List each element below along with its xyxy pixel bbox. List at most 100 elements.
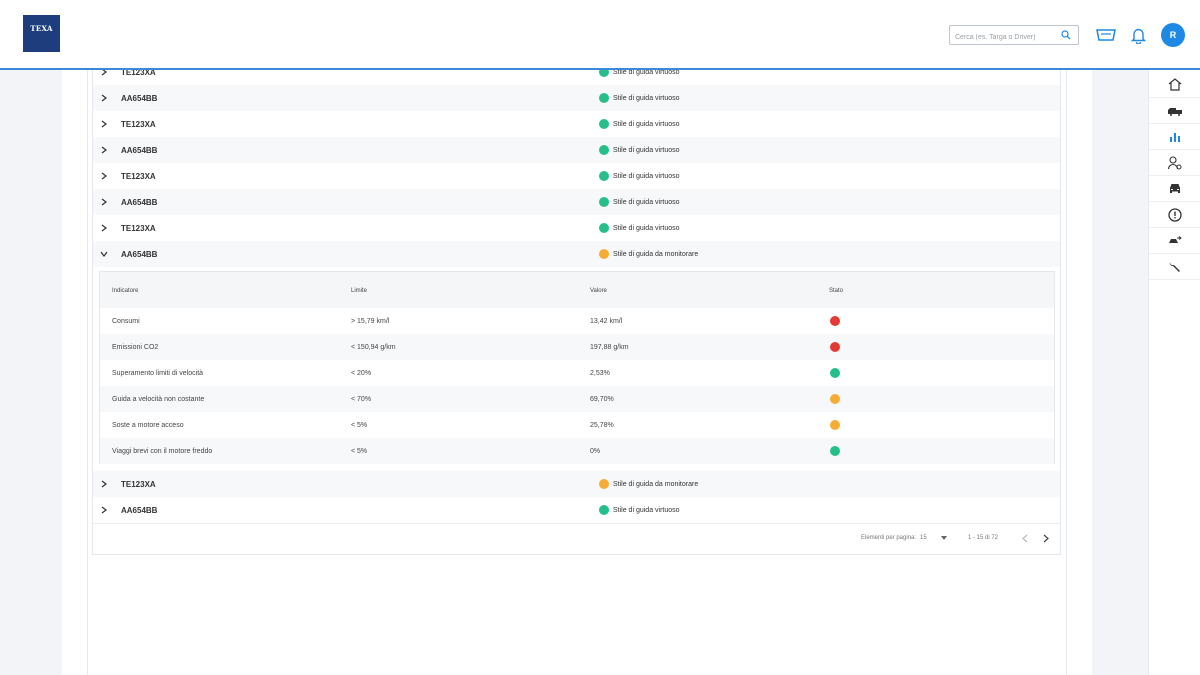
vehicle-row[interactable]: TE123XA Stile di guida da monitorare bbox=[93, 471, 1060, 497]
items-per-page-label: Elementi per pagina: bbox=[861, 535, 917, 541]
state-dot bbox=[830, 342, 840, 352]
driving-style-status: Stile di guida virtuoso bbox=[613, 198, 680, 206]
indicator-name: Viaggi brevi con il motore freddo bbox=[112, 448, 213, 455]
indicator-value: 69,70% bbox=[590, 396, 614, 403]
chevron-right-icon[interactable] bbox=[101, 146, 107, 154]
next-page-icon[interactable] bbox=[1043, 534, 1049, 543]
divider bbox=[93, 523, 1060, 524]
nav-home[interactable] bbox=[1149, 72, 1200, 98]
indicator-detail-table: Indicatore Limite Valore Stato Consumi >… bbox=[99, 271, 1055, 464]
state-dot bbox=[830, 420, 840, 430]
status-dot bbox=[599, 197, 609, 207]
car-icon bbox=[1169, 184, 1180, 193]
nav-drivers[interactable] bbox=[1149, 150, 1200, 176]
previous-page-icon[interactable] bbox=[1022, 534, 1028, 543]
column-header-indicator: Indicatore bbox=[112, 288, 139, 294]
vehicle-row[interactable]: AA654BB Stile di guida virtuoso bbox=[93, 497, 1060, 523]
driving-style-status: Stile di guida virtuoso bbox=[613, 120, 680, 128]
nav-fleet[interactable] bbox=[1149, 98, 1200, 124]
vehicle-row[interactable]: TE123XA Stile di guida virtuoso bbox=[93, 111, 1060, 137]
indicator-name: Consumi bbox=[112, 318, 140, 325]
status-dot bbox=[599, 249, 609, 259]
chevron-right-icon[interactable] bbox=[101, 506, 107, 514]
indicator-name: Superamento limiti di velocità bbox=[112, 370, 204, 377]
state-dot bbox=[830, 394, 840, 404]
chevron-right-icon[interactable] bbox=[101, 480, 107, 488]
nav-vehicles[interactable] bbox=[1149, 176, 1200, 202]
chevron-right-icon[interactable] bbox=[101, 94, 107, 102]
nav-alerts[interactable] bbox=[1149, 202, 1200, 228]
nav-vehicle-moves[interactable] bbox=[1149, 228, 1200, 254]
vehicle-row[interactable]: AA654BB Stile di guida virtuoso bbox=[93, 85, 1060, 111]
items-per-page-select[interactable]: 15 bbox=[920, 535, 927, 541]
indicator-name: Soste a motore acceso bbox=[112, 422, 184, 429]
vehicle-list-card: TE123XA Stile di guida virtuoso AA654BB … bbox=[92, 58, 1061, 555]
vehicle-row[interactable]: AA654BB Stile di guida virtuoso bbox=[93, 137, 1060, 163]
chevron-down-icon[interactable] bbox=[100, 251, 108, 257]
content-divider-right bbox=[1066, 70, 1067, 675]
vehicle-plate: AA654BB bbox=[121, 145, 158, 155]
vehicle-plate: TE123XA bbox=[121, 479, 156, 489]
search-icon[interactable] bbox=[1061, 30, 1071, 40]
content-divider-left bbox=[87, 70, 88, 675]
indicator-limit: > 15,79 km/l bbox=[351, 318, 390, 325]
chart-icon bbox=[1169, 132, 1180, 142]
vehicle-plate: AA654BB bbox=[121, 93, 158, 103]
chevron-right-icon[interactable] bbox=[101, 120, 107, 128]
table-row: Soste a motore acceso < 5% 25,78% bbox=[100, 412, 1054, 438]
pagination: Elementi per pagina: 15 1 - 15 di 72 bbox=[93, 529, 1060, 549]
status-dot bbox=[599, 119, 609, 129]
driving-style-status: Stile di guida da monitorare bbox=[613, 480, 699, 488]
vehicle-row-expanded[interactable]: AA654BB Stile di guida da monitorare bbox=[93, 241, 1060, 267]
dropdown-arrow-icon[interactable] bbox=[941, 536, 947, 540]
vehicle-plate: AA654BB bbox=[121, 197, 158, 207]
status-dot bbox=[599, 93, 609, 103]
vehicle-row[interactable]: AA654BB Stile di guida virtuoso bbox=[93, 189, 1060, 215]
vehicle-row[interactable]: TE123XA Stile di guida virtuoso bbox=[93, 163, 1060, 189]
driving-style-status: Stile di guida virtuoso bbox=[613, 94, 680, 102]
nav-analytics[interactable] bbox=[1149, 124, 1200, 150]
driver-icon bbox=[1167, 155, 1181, 169]
status-dot bbox=[599, 171, 609, 181]
status-dot bbox=[599, 505, 609, 515]
chevron-right-icon[interactable] bbox=[101, 172, 107, 180]
table-row: Guida a velocità non costante < 70% 69,7… bbox=[100, 386, 1054, 412]
indicator-value: 13,42 km/l bbox=[590, 318, 623, 325]
table-row: Superamento limiti di velocità < 20% 2,5… bbox=[100, 360, 1054, 386]
status-dot bbox=[599, 479, 609, 489]
nav-maintenance[interactable] bbox=[1149, 254, 1200, 280]
status-dot bbox=[599, 223, 609, 233]
driving-style-status: Stile di guida virtuoso bbox=[613, 224, 680, 232]
indicator-value: 2,53% bbox=[590, 370, 610, 377]
indicator-limit: < 5% bbox=[351, 448, 368, 455]
user-avatar[interactable]: R bbox=[1161, 23, 1185, 47]
vehicle-plate: TE123XA bbox=[121, 223, 156, 233]
chevron-right-icon[interactable] bbox=[101, 224, 107, 232]
search-box[interactable] bbox=[949, 25, 1079, 47]
table-header: Indicatore Limite Valore Stato bbox=[100, 272, 1054, 308]
table-row: Emissioni CO2 < 150,94 g/km 197,88 g/km bbox=[100, 334, 1054, 360]
indicator-name: Guida a velocità non costante bbox=[112, 396, 205, 403]
table-row: Viaggi brevi con il motore freddo < 5% 0… bbox=[100, 438, 1054, 464]
indicator-value: 0% bbox=[590, 448, 601, 455]
obd-device-icon[interactable] bbox=[1096, 29, 1116, 41]
texa-logo[interactable]: TEXA bbox=[23, 15, 60, 52]
indicator-limit: < 5% bbox=[351, 422, 368, 429]
search-input[interactable] bbox=[950, 28, 1059, 47]
vehicle-plate: AA654BB bbox=[121, 249, 158, 259]
column-header-state: Stato bbox=[829, 288, 844, 294]
pagination-range: 1 - 15 di 72 bbox=[968, 535, 999, 541]
indicator-name: Emissioni CO2 bbox=[112, 344, 159, 351]
notifications-bell-icon[interactable] bbox=[1131, 26, 1146, 44]
driving-style-status: Stile di guida virtuoso bbox=[613, 506, 680, 514]
state-dot bbox=[830, 368, 840, 378]
driving-style-status: Stile di guida virtuoso bbox=[613, 172, 680, 180]
chevron-right-icon[interactable] bbox=[101, 198, 107, 206]
column-header-value: Valore bbox=[590, 288, 607, 294]
home-icon bbox=[1168, 78, 1181, 91]
indicator-value: 197,88 g/km bbox=[590, 344, 629, 351]
indicator-limit: < 150,94 g/km bbox=[351, 344, 396, 351]
state-dot bbox=[830, 446, 840, 456]
vehicle-row[interactable]: TE123XA Stile di guida virtuoso bbox=[93, 215, 1060, 241]
status-dot bbox=[599, 145, 609, 155]
